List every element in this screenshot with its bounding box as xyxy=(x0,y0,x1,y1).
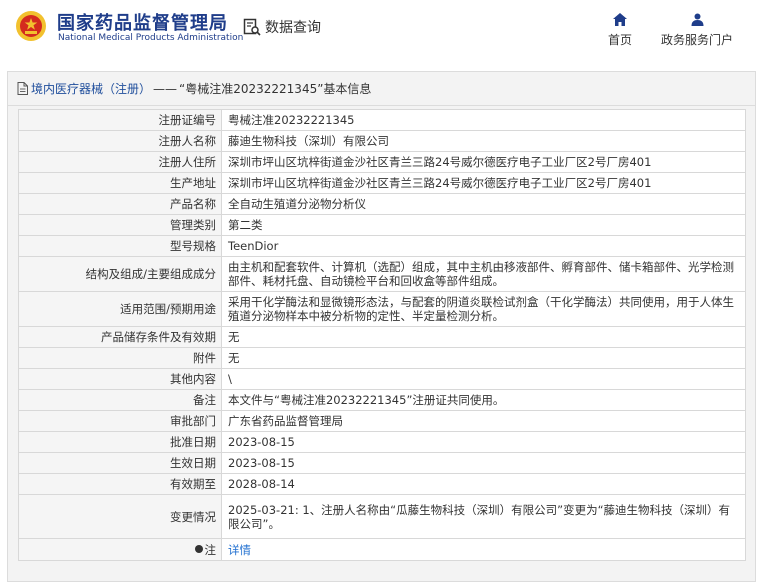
table-row: 结构及组成/主要组成成分 由主机和配套软件、计算机（选配）组成，其中主机由移液部件… xyxy=(18,256,746,292)
field-value: 2028-08-14 xyxy=(221,473,746,495)
home-icon xyxy=(613,13,627,26)
field-value: 粤械注准20232221345 xyxy=(221,109,746,131)
field-value: 深圳市坪山区坑梓街道金沙社区青兰三路24号威尔德医疗电子工业厂区2号厂房401 xyxy=(221,151,746,173)
field-label: 适用范围/预期用途 xyxy=(18,291,222,327)
field-value: 由主机和配套软件、计算机（选配）组成，其中主机由移液部件、孵育部件、储卡箱部件、… xyxy=(221,256,746,292)
table-row: 生产地址 深圳市坪山区坑梓街道金沙社区青兰三路24号威尔德医疗电子工业厂区2号厂房… xyxy=(18,172,746,194)
field-label: 结构及组成/主要组成成分 xyxy=(18,256,222,292)
field-value: \ xyxy=(221,368,746,390)
field-value: TeenDior xyxy=(221,235,746,257)
note-label: 注 xyxy=(204,542,217,557)
field-label-note: 注 xyxy=(18,538,222,561)
device-info-table: 注册证编号 粤械注准20232221345 注册人名称 藤迪生物科技（深圳）有限公司… xyxy=(18,109,746,561)
field-label: 产品名称 xyxy=(18,193,222,215)
table-row: 注册人名称 藤迪生物科技（深圳）有限公司 xyxy=(18,130,746,152)
field-value: 2023-08-15 xyxy=(221,431,746,453)
table-row: 变更情况 2025-03-21: 1、注册人名称由“瓜藤生物科技（深圳）有限公司”… xyxy=(18,494,746,539)
table-row: 备注 本文件与“粤械注准20232221345”注册证共同使用。 xyxy=(18,389,746,411)
field-value: 2023-08-15 xyxy=(221,452,746,474)
field-label: 生效日期 xyxy=(18,452,222,474)
field-label: 管理类别 xyxy=(18,214,222,236)
user-icon xyxy=(691,13,703,26)
brand-subtitle[interactable]: National Medical Products Administration xyxy=(58,33,243,43)
table-row: 生效日期 2023-08-15 xyxy=(18,452,746,474)
table-row: 适用范围/预期用途 采用干化学酶法和显微镜形态法，与配套的阴道炎联检试剂盒（干化学… xyxy=(18,291,746,327)
nmpa-emblem-icon xyxy=(16,11,46,41)
field-label: 审批部门 xyxy=(18,410,222,432)
table-row: 批准日期 2023-08-15 xyxy=(18,431,746,453)
field-label: 备注 xyxy=(18,389,222,411)
field-value: 采用干化学酶法和显微镜形态法，与配套的阴道炎联检试剂盒（干化学酶法）共同使用，用… xyxy=(221,291,746,327)
table-row: 有效期至 2028-08-14 xyxy=(18,473,746,495)
field-value: 广东省药品监督管理局 xyxy=(221,410,746,432)
nav-home[interactable]: 首页 xyxy=(608,13,632,48)
field-label: 注册人住所 xyxy=(18,151,222,173)
search-document-icon xyxy=(243,18,261,36)
breadcrumb-category[interactable]: 境内医疗器械（注册） xyxy=(31,80,151,97)
brand-title[interactable]: 国家药品监督管理局 xyxy=(57,9,228,35)
table-row: 产品储存条件及有效期无 xyxy=(18,326,746,348)
table-row: 注册人住所 深圳市坪山区坑梓街道金沙社区青兰三路24号威尔德医疗电子工业厂区2号厂… xyxy=(18,151,746,173)
table-row: 审批部门 广东省药品监督管理局 xyxy=(18,410,746,432)
table-row: 注册证编号 粤械注准20232221345 xyxy=(18,109,746,131)
field-value: 无 xyxy=(221,347,746,369)
document-icon xyxy=(17,82,28,95)
nav-portal-label: 政务服务门户 xyxy=(661,33,734,47)
breadcrumb-separator: —— xyxy=(153,81,178,96)
field-value: 本文件与“粤械注准20232221345”注册证共同使用。 xyxy=(221,389,746,411)
bulb-icon xyxy=(194,545,203,553)
data-query-title[interactable]: 数据查询 xyxy=(243,17,321,37)
breadcrumb-title: “粤械注准20232221345”基本信息 xyxy=(179,82,372,96)
field-value: 2025-03-21: 1、注册人名称由“瓜藤生物科技（深圳）有限公司”变更为“… xyxy=(221,494,746,539)
table-row: 注 详情 xyxy=(18,538,746,561)
detail-panel: 境内医疗器械（注册） —— “粤械注准20232221345”基本信息 注册证编… xyxy=(7,71,756,582)
field-label: 其他内容 xyxy=(18,368,222,390)
field-label: 有效期至 xyxy=(18,473,222,495)
field-label: 型号规格 xyxy=(18,235,222,257)
field-value: 详情 xyxy=(221,538,746,561)
nav-service-portal[interactable]: 政务服务门户 xyxy=(661,13,733,48)
table-row: 型号规格 TeenDior xyxy=(18,235,746,257)
field-label: 产品储存条件及有效期 xyxy=(18,326,222,348)
data-query-label: 数据查询 xyxy=(265,20,321,36)
table-row: 管理类别 第二类 xyxy=(18,214,746,236)
field-value: 无 xyxy=(221,326,746,348)
field-value: 全自动生殖道分泌物分析仪 xyxy=(221,193,746,215)
breadcrumb: 境内医疗器械（注册） —— “粤械注准20232221345”基本信息 xyxy=(8,72,755,106)
field-value: 深圳市坪山区坑梓街道金沙社区青兰三路24号威尔德医疗电子工业厂区2号厂房401 xyxy=(221,172,746,194)
details-link[interactable]: 详情 xyxy=(228,543,251,557)
table-row: 产品名称 全自动生殖道分泌物分析仪 xyxy=(18,193,746,215)
field-value: 第二类 xyxy=(221,214,746,236)
field-label: 注册人名称 xyxy=(18,130,222,152)
site-header: 国家药品监督管理局 National Medical Products Admi… xyxy=(0,0,763,56)
table-row: 附件无 xyxy=(18,347,746,369)
field-value: 藤迪生物科技（深圳）有限公司 xyxy=(221,130,746,152)
field-label: 批准日期 xyxy=(18,431,222,453)
field-label: 生产地址 xyxy=(18,172,222,194)
table-row: 其他内容 \ xyxy=(18,368,746,390)
field-label: 变更情况 xyxy=(18,494,222,539)
nav-home-label: 首页 xyxy=(608,33,633,47)
field-label: 附件 xyxy=(18,347,222,369)
field-label: 注册证编号 xyxy=(18,109,222,131)
